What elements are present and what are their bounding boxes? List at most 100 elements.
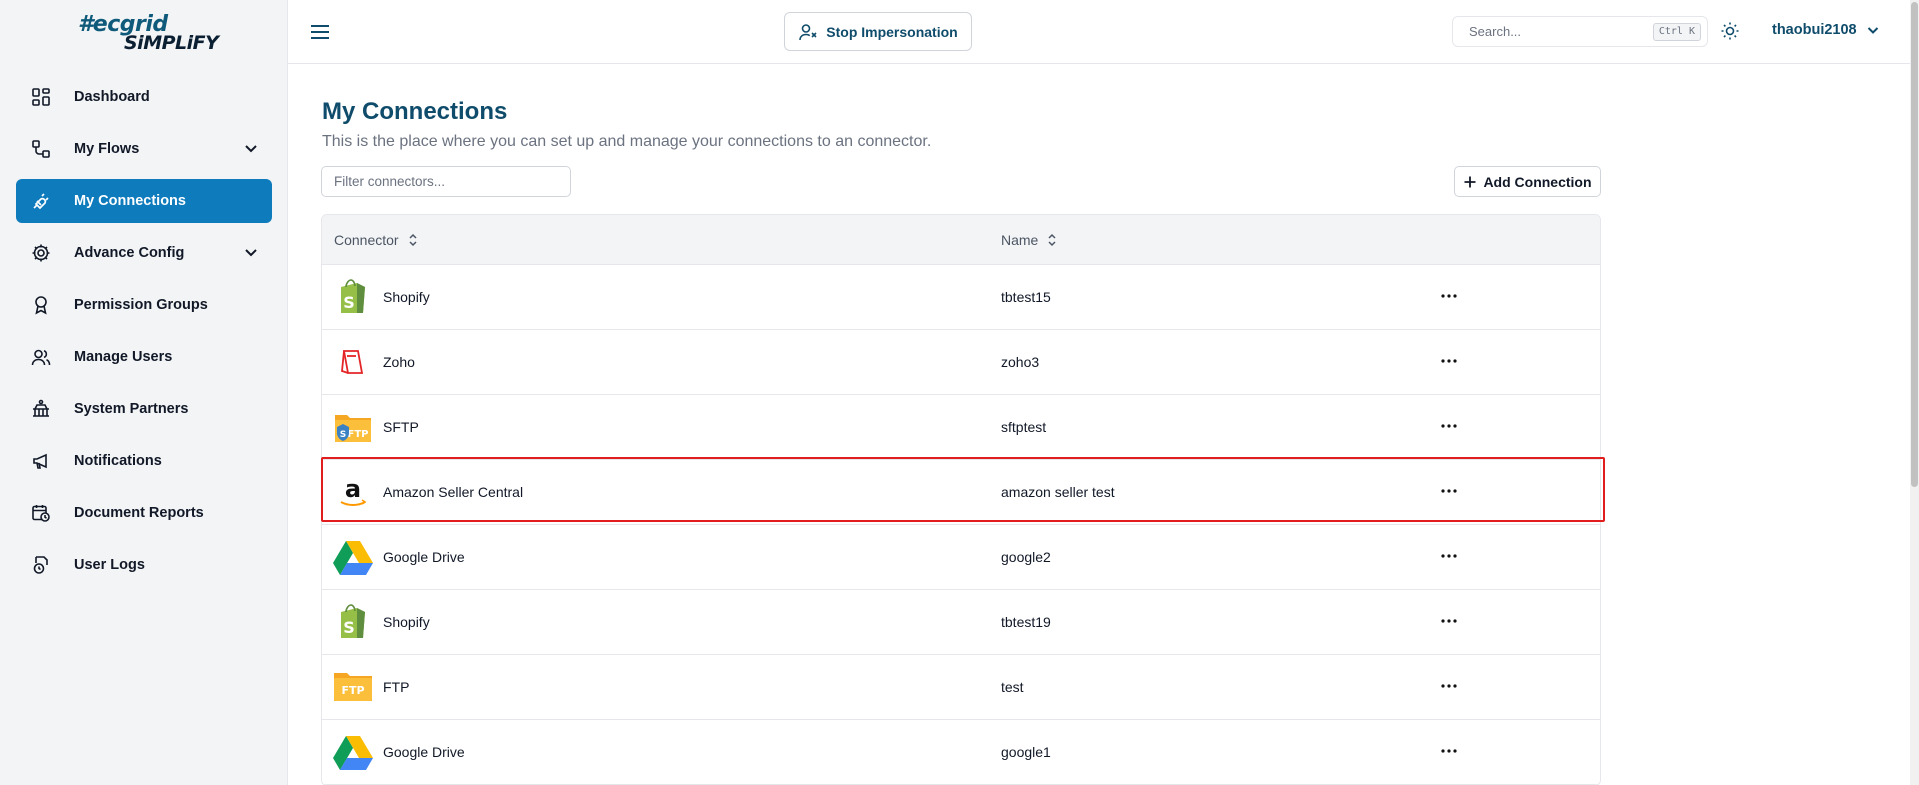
user-x-icon [799,23,817,40]
connections-table: Connector Name S Shopify tbtest15 Zoho z… [321,214,1601,785]
badge-icon [30,294,52,316]
sidebar-item-label: System Partners [74,401,189,417]
connector-name: Google Drive [383,549,465,565]
sidebar-item-label: Document Reports [74,505,204,521]
user-menu[interactable]: thaobui2108 [1772,22,1881,38]
connection-name: tbtest15 [1001,289,1051,305]
megaphone-icon [30,450,52,472]
sidebar-item-notifications[interactable]: Notifications [16,439,272,483]
svg-text:S: S [340,430,346,440]
sidebar-item-label: Advance Config [74,245,185,261]
more-actions-icon[interactable] [1438,610,1460,632]
table-row[interactable]: S Shopify tbtest15 [322,265,1600,330]
sidebar-item-dashboard[interactable]: Dashboard [16,75,272,119]
connection-name: google1 [1001,744,1051,760]
sidebar-item-label: My Flows [74,141,140,157]
global-search[interactable]: Ctrl K [1452,16,1708,47]
column-header-name-label: Name [1001,232,1039,248]
more-actions-icon[interactable] [1438,285,1460,307]
add-connection-button[interactable]: Add Connection [1454,166,1601,197]
page-subtitle: This is the place where you can set up a… [322,133,932,150]
table-row[interactable]: FTP FTP test [322,655,1600,720]
sidebar-item-label: Permission Groups [74,297,208,313]
more-actions-icon[interactable] [1438,545,1460,567]
page-title: My Connections [322,98,508,125]
svg-text:FTP: FTP [348,429,369,440]
users-icon [30,346,52,368]
shopify-logo-icon: S [333,277,373,317]
zoho-logo-icon [333,342,373,382]
sidebar-item-manage-users[interactable]: Manage Users [16,335,272,379]
table-header: Connector Name [322,215,1600,265]
sidebar-item-system-partners[interactable]: System Partners [16,387,272,431]
top-header: Stop Impersonation Ctrl K thaobui2108 [288,0,1910,64]
sidebar-item-user-logs[interactable]: User Logs [16,543,272,587]
connector-name: Zoho [383,354,415,370]
table-row[interactable]: Google Drive google2 [322,525,1600,590]
sidebar-item-advance-config[interactable]: Advance Config [16,231,272,275]
connector-name: Shopify [383,614,430,630]
logs-icon [30,554,52,576]
sort-icon[interactable] [407,233,419,247]
svg-text:S: S [343,618,355,637]
sidebar-item-label: My Connections [74,193,186,209]
sidebar-item-my-flows[interactable]: My Flows [16,127,272,171]
search-shortcut-badge: Ctrl K [1652,23,1701,41]
connection-name: amazon seller test [1001,484,1115,500]
connection-name: tbtest19 [1001,614,1051,630]
table-row[interactable]: Zoho zoho3 [322,330,1600,395]
more-actions-icon[interactable] [1438,740,1460,762]
svg-text:S: S [343,293,355,312]
amazon-logo-icon: a [333,472,373,512]
chevron-down-icon [1867,27,1878,34]
theme-toggle-sun-icon[interactable] [1720,21,1740,41]
svg-text:FTP: FTP [341,684,364,697]
connector-name: Amazon Seller Central [383,484,524,500]
sidebar-item-label: User Logs [74,557,145,573]
flows-icon [30,138,52,160]
calendar-clock-icon [30,502,52,524]
plug-icon [30,190,52,212]
sort-icon[interactable] [1046,233,1058,247]
table-row[interactable]: FTP S SFTP sftptest [322,395,1600,460]
gear-icon [30,242,52,264]
brand-logo[interactable]: #ecgrid SiMPLiFY [78,12,219,56]
connector-name: Google Drive [383,744,465,760]
stop-impersonation-button[interactable]: Stop Impersonation [784,12,972,51]
table-row[interactable]: a Amazon Seller Central amazon seller te… [322,460,1600,525]
connector-name: Shopify [383,289,430,305]
more-actions-icon[interactable] [1438,350,1460,372]
filter-connectors-input[interactable] [321,166,571,197]
chevron-down-icon[interactable] [242,244,260,262]
stop-impersonation-label: Stop Impersonation [826,23,958,40]
sidebar-item-label: Notifications [74,453,162,469]
sidebar: #ecgrid SiMPLiFY Dashboard My Flows My C… [0,0,288,785]
connector-name: FTP [383,679,410,695]
hamburger-menu-icon[interactable] [308,20,332,44]
sidebar-item-document-reports[interactable]: Document Reports [16,491,272,535]
scrollbar-thumb[interactable] [1911,2,1918,487]
connection-name: zoho3 [1001,354,1040,370]
connection-name: test [1001,679,1024,695]
table-row[interactable]: Google Drive google1 [322,720,1600,785]
more-actions-icon[interactable] [1438,675,1460,697]
column-header-name[interactable]: Name [1001,232,1058,248]
plus-icon [1464,176,1476,187]
sidebar-item-permission-groups[interactable]: Permission Groups [16,283,272,327]
sftp-logo-icon: FTP S [333,407,373,447]
shopify-logo-icon: S [333,602,373,642]
more-actions-icon[interactable] [1438,415,1460,437]
brand-logo-line2: SiMPLiFY [124,32,219,54]
search-input[interactable] [1453,17,1643,46]
chevron-down-icon[interactable] [242,140,260,158]
sidebar-item-my-connections[interactable]: My Connections [16,179,272,223]
table-row[interactable]: S Shopify tbtest19 [322,590,1600,655]
google-drive-logo-icon [333,732,373,772]
sidebar-item-label: Manage Users [74,349,173,365]
page-scrollbar[interactable] [1910,0,1919,785]
more-actions-icon[interactable] [1438,480,1460,502]
username: thaobui2108 [1772,22,1857,38]
column-header-connector[interactable]: Connector [334,232,419,248]
column-header-connector-label: Connector [334,232,399,248]
sidebar-nav: Dashboard My Flows My Connections Advanc… [16,75,272,595]
